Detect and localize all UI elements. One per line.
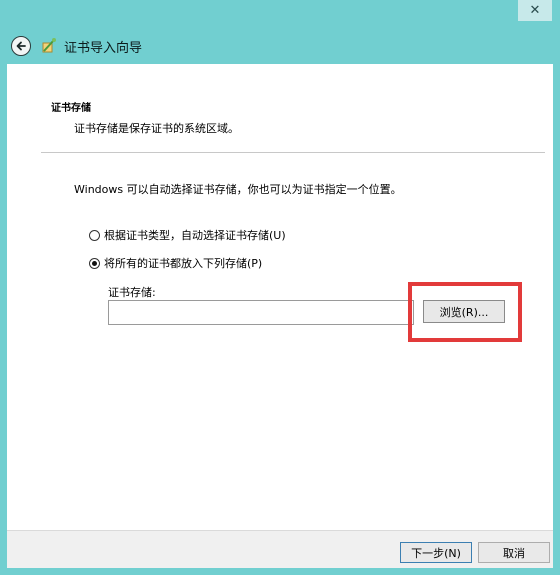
wizard-header: 证书导入向导 xyxy=(7,30,553,62)
radio-button[interactable] xyxy=(89,229,100,241)
section-title: 证书存储 xyxy=(51,103,91,114)
browse-button[interactable]: 浏览(R)... xyxy=(423,300,505,323)
section-description: 证书存储是保存证书的系统区域。 xyxy=(74,122,239,135)
store-input[interactable] xyxy=(108,300,414,325)
close-button[interactable]: ✕ xyxy=(518,0,552,21)
next-button[interactable]: 下一步(N) xyxy=(400,542,472,563)
radio-button-selected[interactable] xyxy=(89,257,100,269)
radio-label: 将所有的证书都放入下列存储(P) xyxy=(104,257,263,270)
certificate-wizard-icon xyxy=(42,38,56,53)
wizard-window: ✕ 证书导入向导 证书存储 证书存储是保存证书的系统区域。 Windows 可以… xyxy=(0,0,560,575)
radio-label: 根据证书类型，自动选择证书存储(U) xyxy=(104,229,286,242)
back-button[interactable] xyxy=(11,36,31,56)
wizard-title: 证书导入向导 xyxy=(64,40,143,56)
divider xyxy=(41,152,545,153)
radio-place-all[interactable]: 将所有的证书都放入下列存储(P) xyxy=(89,255,262,271)
intro-text: Windows 可以自动选择证书存储，你也可以为证书指定一个位置。 xyxy=(74,183,402,196)
back-arrow-icon xyxy=(16,41,26,51)
radio-auto-select[interactable]: 根据证书类型，自动选择证书存储(U) xyxy=(89,227,286,243)
cancel-button[interactable]: 取消 xyxy=(478,542,550,563)
wizard-footer: 下一步(N) 取消 xyxy=(7,530,553,568)
wizard-content: 证书存储 证书存储是保存证书的系统区域。 Windows 可以自动选择证书存储，… xyxy=(7,64,553,530)
close-icon: ✕ xyxy=(529,3,541,18)
store-label: 证书存储: xyxy=(108,286,156,299)
